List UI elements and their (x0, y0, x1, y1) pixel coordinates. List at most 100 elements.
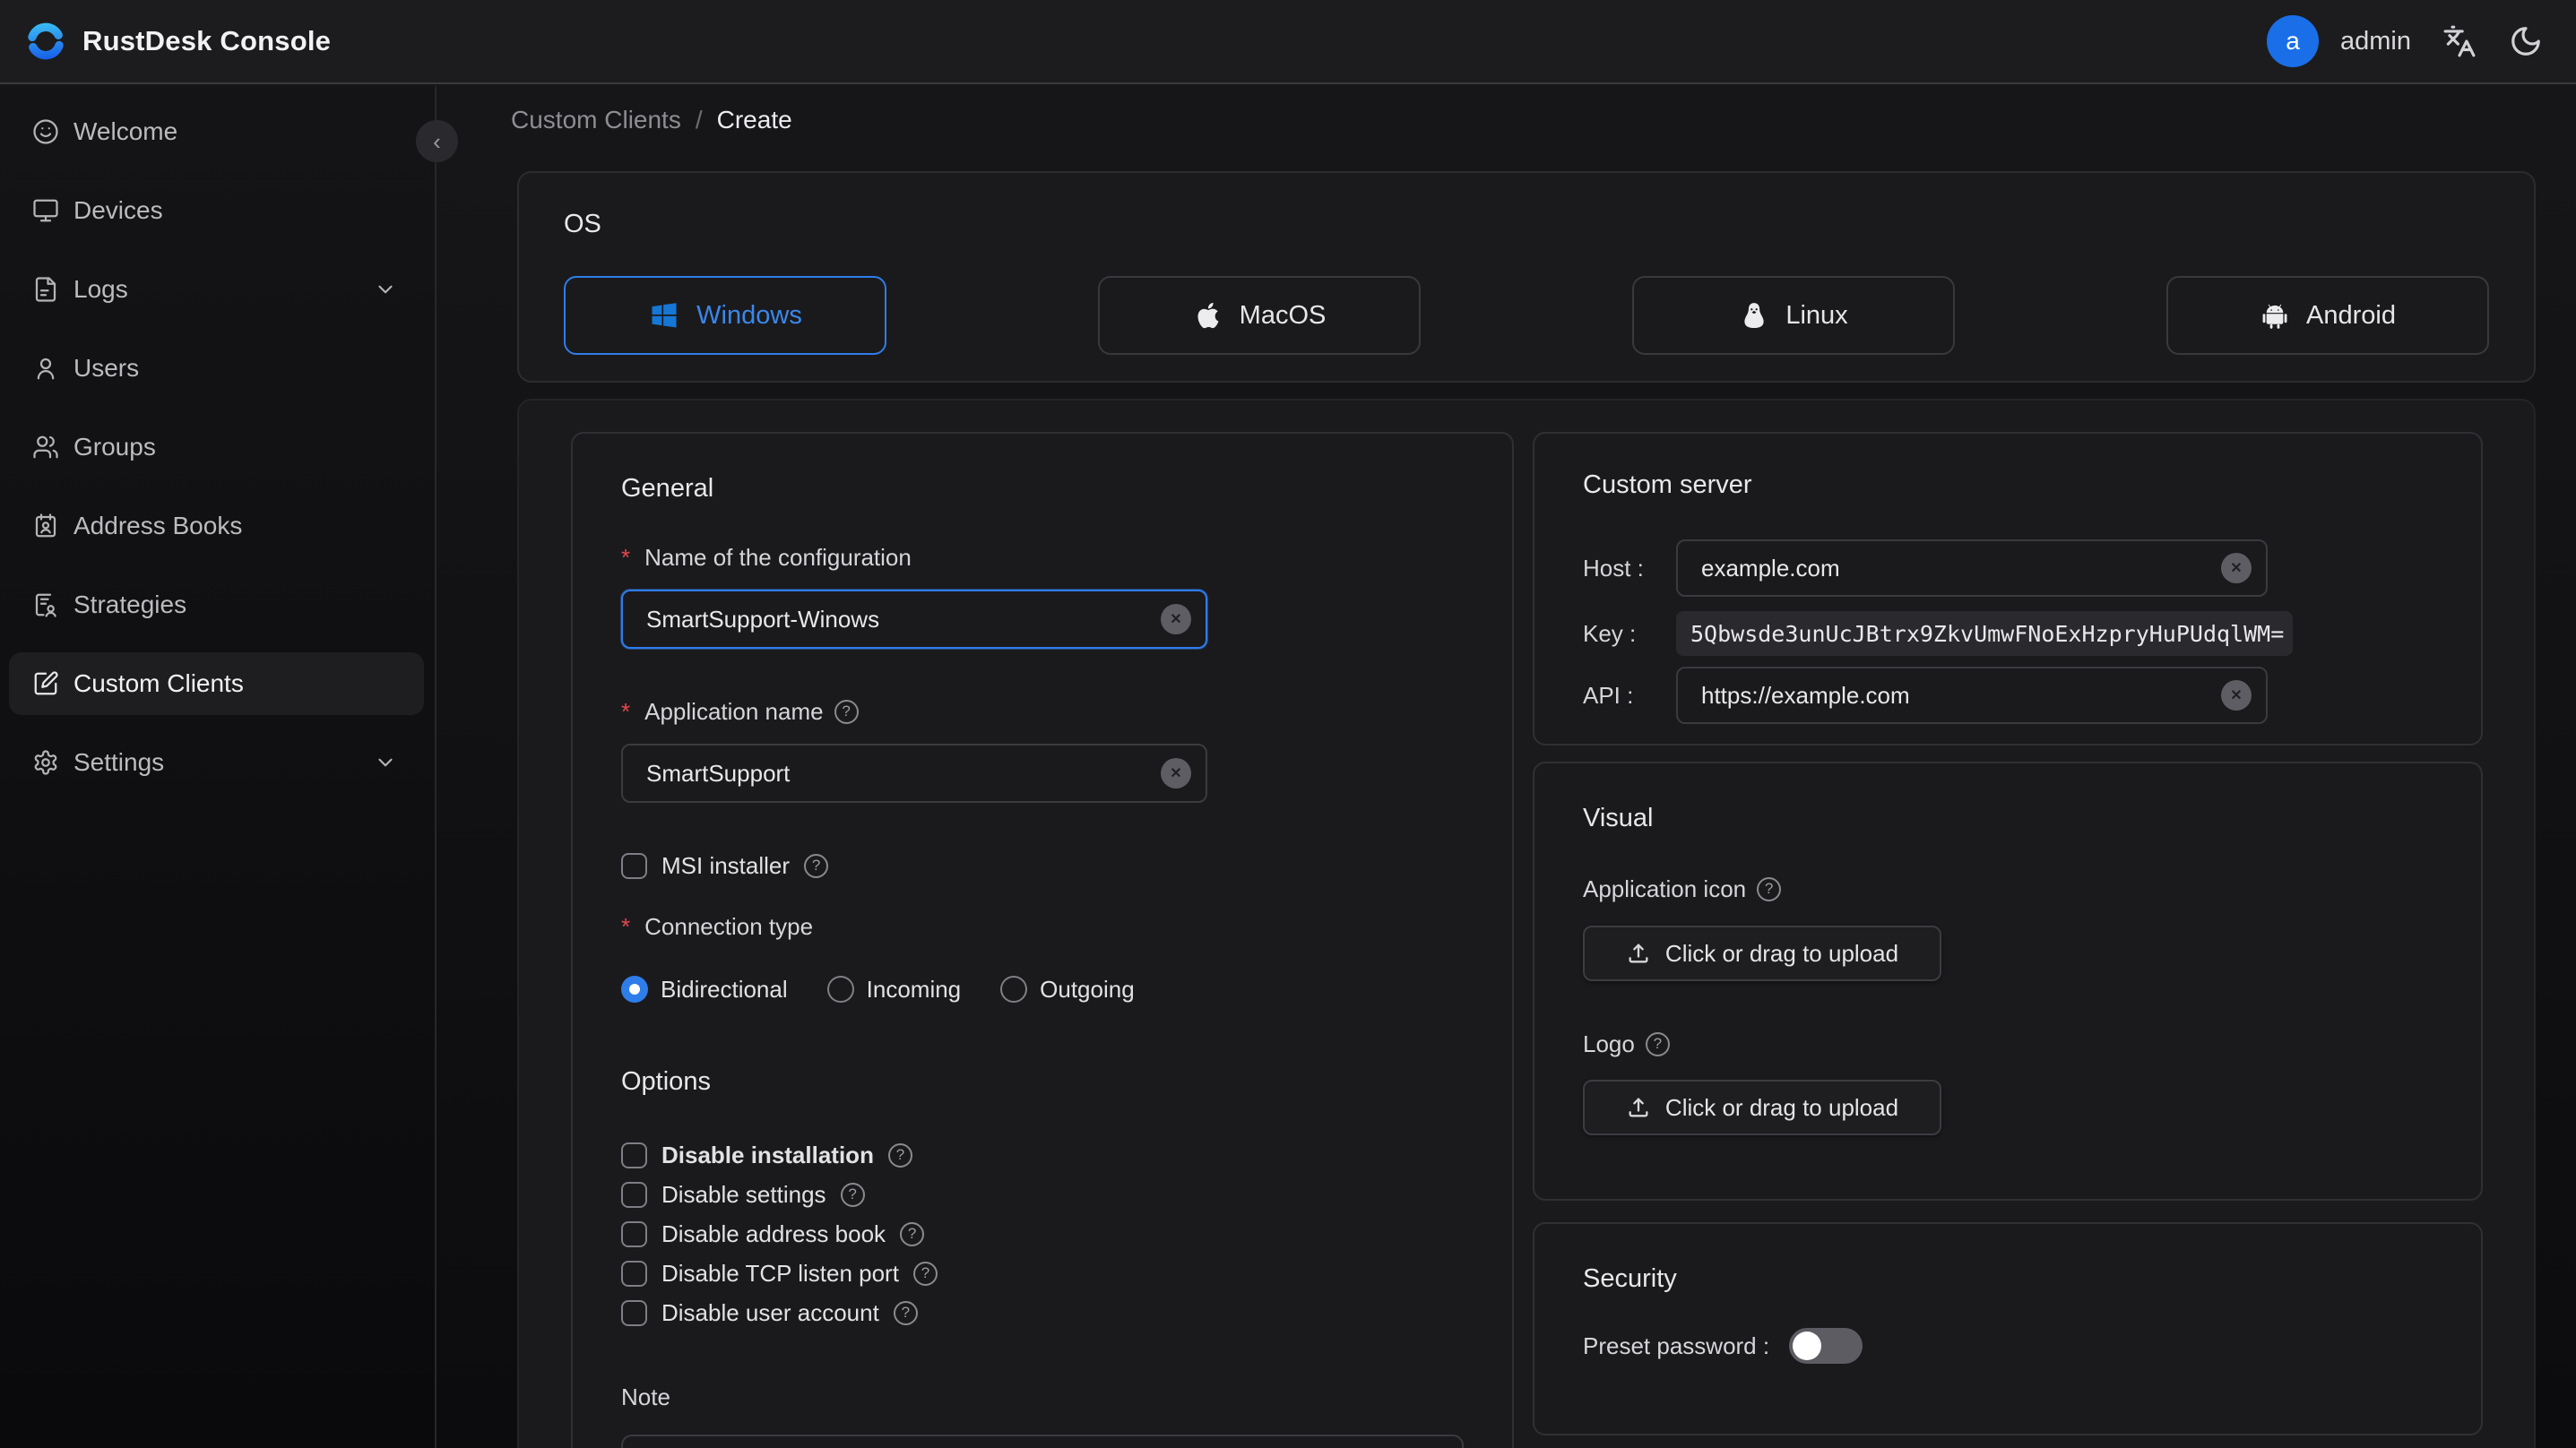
chevron-down-icon (374, 278, 397, 301)
preset-password-toggle[interactable] (1789, 1328, 1863, 1364)
os-card: OS Windows MacOS Linux Android (517, 171, 2536, 383)
sidebar-item-label: Address Books (73, 512, 243, 539)
note-textarea[interactable] (621, 1435, 1464, 1448)
gear-icon (34, 750, 57, 775)
chevron-down-icon (374, 751, 397, 774)
disable-address-book-checkbox[interactable] (621, 1220, 647, 1247)
option-disable-installation: Disable installation ? (621, 1141, 1464, 1169)
radio-bidirectional[interactable]: Bidirectional (621, 976, 788, 1004)
disable-settings-checkbox[interactable] (621, 1181, 647, 1208)
header-right: a admin (2267, 15, 2544, 67)
key-value: 5Qbwsde3unUcJBtrx9ZkvUmwFNoExHzpryHuPUdq… (1690, 620, 2285, 647)
application-icon-help-icon[interactable]: ? (1757, 876, 1782, 901)
connection-type-options: Bidirectional Incoming Outgoing (621, 975, 1464, 1004)
avatar[interactable]: a (2267, 15, 2319, 67)
option-disable-address-book: Disable address book ? (621, 1220, 1464, 1248)
language-icon[interactable] (2442, 23, 2477, 59)
application-icon-label: Application icon ? (1583, 875, 2433, 903)
option-disable-settings: Disable settings ? (621, 1180, 1464, 1209)
disable-tcp-listen-port-checkbox[interactable] (621, 1260, 647, 1287)
sidebar-item-users[interactable]: Users (9, 337, 424, 400)
disable-tcp-listen-port-help-icon[interactable]: ? (912, 1261, 938, 1286)
logo-help-icon[interactable]: ? (1645, 1031, 1670, 1056)
application-name-input[interactable] (623, 746, 1206, 801)
sidebar-item-label: Custom Clients (73, 669, 244, 697)
general-card: General * Name of the configuration ✕ * … (571, 432, 1514, 1448)
sidebar-item-devices[interactable]: Devices (9, 179, 424, 242)
user-icon (37, 358, 55, 380)
configuration-name-input[interactable] (623, 591, 1206, 647)
clear-api-icon[interactable]: ✕ (2221, 680, 2252, 711)
users-icon (33, 435, 58, 459)
dark-mode-moon-icon[interactable] (2508, 23, 2544, 59)
clear-host-icon[interactable]: ✕ (2221, 553, 2252, 583)
sidebar-item-welcome[interactable]: Welcome (9, 100, 424, 163)
api-input[interactable] (1678, 668, 2266, 722)
option-disable-user-account: Disable user account ? (621, 1298, 1464, 1327)
application-icon-upload-button[interactable]: Click or drag to upload (1583, 926, 1941, 981)
os-button-linux[interactable]: Linux (1632, 276, 1955, 355)
sidebar-item-strategies[interactable]: Strategies (9, 573, 424, 636)
api-label: API : (1583, 681, 1634, 709)
sidebar-item-label: Settings (73, 748, 165, 776)
os-button-windows[interactable]: Windows (564, 276, 886, 355)
note-label: Note (621, 1383, 670, 1410)
breadcrumb-parent[interactable]: Custom Clients (511, 106, 681, 134)
breadcrumb-separator: / (695, 106, 703, 134)
application-name-input-wrap: ✕ (621, 744, 1207, 803)
radio-incoming[interactable]: Incoming (826, 976, 961, 1004)
sidebar-item-label: Groups (73, 433, 156, 461)
api-row: API : ✕ (1583, 667, 2433, 724)
sidebar-item-address-books[interactable]: Address Books (9, 495, 424, 557)
api-input-wrap: ✕ (1676, 667, 2268, 724)
logo-upload-button[interactable]: Click or drag to upload (1583, 1080, 1941, 1135)
sidebar-item-groups[interactable]: Groups (9, 416, 424, 478)
radio-circle (1000, 976, 1028, 1003)
app-name-help-icon[interactable]: ? (834, 699, 859, 724)
host-input-wrap: ✕ (1676, 539, 2268, 597)
host-row: Host : ✕ (1583, 539, 2433, 597)
sidebar-item-label: Users (73, 354, 140, 382)
key-field[interactable]: 5Qbwsde3unUcJBtrx9ZkvUmwFNoExHzpryHuPUdq… (1676, 611, 2293, 656)
msi-installer-help-icon[interactable]: ? (804, 853, 829, 878)
disable-address-book-help-icon[interactable]: ? (900, 1221, 925, 1246)
key-label: Key : (1583, 619, 1637, 647)
disable-user-account-checkbox[interactable] (621, 1299, 647, 1326)
strategy-doc-icon (35, 593, 56, 617)
os-title: OS (564, 210, 601, 238)
linux-penguin-icon (1744, 303, 1764, 329)
options-list: Disable installation ? Disable settings … (621, 1141, 1464, 1327)
disable-user-account-help-icon[interactable]: ? (893, 1300, 918, 1325)
breadcrumb: Custom Clients / Create (511, 106, 792, 134)
msi-installer-row: MSI installer ? (621, 851, 1464, 880)
radio-outgoing[interactable]: Outgoing (1000, 976, 1135, 1004)
disable-settings-help-icon[interactable]: ? (840, 1182, 865, 1207)
preset-password-row: Preset password : (1583, 1328, 2433, 1364)
visual-title: Visual (1583, 804, 1654, 832)
sidebar-item-label: Welcome (73, 117, 178, 145)
sidebar-collapse-button[interactable]: ‹ (416, 120, 458, 162)
os-button-android[interactable]: Android (2166, 276, 2489, 355)
host-input[interactable] (1678, 541, 2266, 595)
contact-book-icon (35, 513, 56, 538)
os-button-macos[interactable]: MacOS (1098, 276, 1421, 355)
option-disable-tcp-listen-port: Disable TCP listen port ? (621, 1259, 1464, 1288)
sidebar-item-settings[interactable]: Settings (9, 731, 424, 794)
brand: RustDesk Console (25, 21, 331, 62)
sidebar-item-logs[interactable]: Logs (9, 258, 424, 321)
clear-app-name-icon[interactable]: ✕ (1161, 758, 1191, 789)
upload-icon (1629, 944, 1648, 963)
sidebar-item-custom-clients[interactable]: Custom Clients (9, 652, 424, 715)
host-label: Host : (1583, 554, 1644, 582)
radio-circle (826, 976, 854, 1003)
configuration-name-input-wrap: ✕ (621, 590, 1207, 649)
clear-name-icon[interactable]: ✕ (1161, 604, 1191, 634)
disable-installation-checkbox[interactable] (621, 1142, 647, 1168)
msi-installer-checkbox[interactable] (621, 852, 647, 879)
custom-server-card: Custom server Host : ✕ Key : 5Qbwsde3unU… (1533, 432, 2483, 746)
file-text-icon (35, 277, 56, 302)
security-title: Security (1583, 1264, 1677, 1293)
disable-installation-help-icon[interactable]: ? (887, 1142, 912, 1168)
username[interactable]: admin (2340, 27, 2411, 56)
custom-server-title: Custom server (1583, 470, 1752, 499)
